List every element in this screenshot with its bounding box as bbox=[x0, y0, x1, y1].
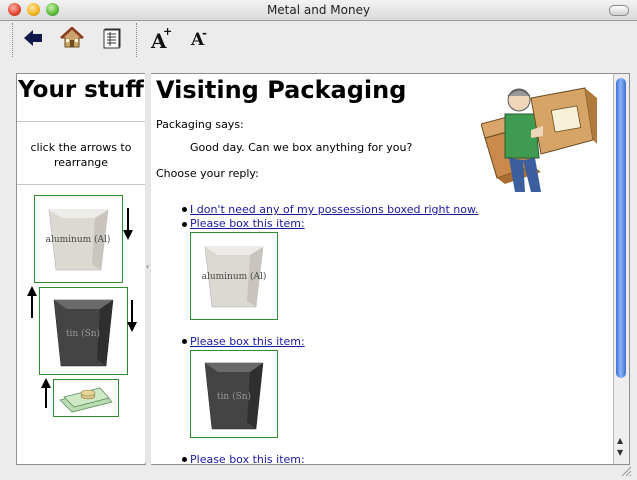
move-down-arrow-icon[interactable] bbox=[127, 300, 137, 332]
sidebar-hint: click the arrows to rearrange bbox=[17, 140, 145, 170]
aluminum-label: aluminum (Al) bbox=[46, 234, 111, 245]
toolbar-toggle-button[interactable] bbox=[609, 5, 629, 16]
inventory-item-aluminum[interactable]: aluminum (Al) bbox=[34, 195, 123, 283]
boxable-item-aluminum[interactable]: aluminum (Al) bbox=[190, 232, 278, 320]
reply-box-aluminum-link[interactable]: Please box this item: bbox=[190, 217, 305, 230]
font-smaller-button[interactable]: A - bbox=[191, 26, 213, 53]
splitter-grip-icon[interactable]: ‹ bbox=[146, 262, 149, 271]
inventory-item-money[interactable] bbox=[53, 379, 119, 417]
move-up-arrow-icon[interactable] bbox=[27, 286, 37, 318]
minus-mark: - bbox=[202, 26, 207, 40]
boxable-item-tin[interactable]: tin (Sn) bbox=[190, 350, 278, 438]
list-bullet bbox=[182, 457, 187, 462]
tin-label: tin (Sn) bbox=[217, 391, 251, 402]
move-down-arrow-icon[interactable] bbox=[123, 208, 133, 240]
tin-box-icon: tin (Sn) bbox=[53, 299, 114, 367]
your-stuff-panel: Your stuff click the arrows to rearrange… bbox=[16, 73, 146, 465]
plus-mark: + bbox=[163, 25, 173, 38]
toolbar: A + A - bbox=[0, 21, 637, 61]
list-bullet bbox=[182, 222, 187, 227]
window-title: Metal and Money bbox=[266, 3, 371, 17]
toolbar-separator bbox=[12, 23, 13, 57]
resize-grip-icon[interactable] bbox=[620, 465, 632, 477]
reply-decline-link[interactable]: I don't need any of my possessions boxed… bbox=[190, 203, 479, 216]
aluminum-box-icon: aluminum (Al) bbox=[46, 209, 111, 271]
npc-quote: Good day. Can we box anything for you? bbox=[190, 141, 413, 154]
tin-label: tin (Sn) bbox=[66, 328, 100, 339]
toolbar-separator bbox=[136, 23, 137, 57]
back-button[interactable] bbox=[22, 27, 44, 53]
packaging-clerk-illustration bbox=[481, 87, 597, 192]
divider bbox=[17, 121, 145, 122]
scroll-thumb[interactable] bbox=[616, 78, 626, 378]
tin-box-icon: tin (Sn) bbox=[204, 362, 264, 430]
speaker-label: Packaging says: bbox=[156, 118, 244, 131]
list-bullet bbox=[182, 339, 187, 344]
inventory-button[interactable] bbox=[101, 27, 123, 53]
reply-box-next-link[interactable]: Please box this item: bbox=[190, 453, 305, 464]
page-title: Visiting Packaging bbox=[156, 76, 407, 104]
reply-prompt: Choose your reply: bbox=[156, 167, 259, 180]
list-bullet bbox=[182, 207, 187, 212]
sidebar-title: Your stuff bbox=[18, 77, 144, 103]
aluminum-label: aluminum (Al) bbox=[202, 271, 267, 282]
conversation-panel: Visiting Packaging Packaging says: Good … bbox=[151, 73, 614, 465]
move-up-arrow-icon[interactable] bbox=[41, 378, 51, 408]
home-icon bbox=[60, 26, 84, 48]
ledger-icon bbox=[103, 28, 121, 49]
hint-line-1: click the arrows to bbox=[30, 141, 132, 154]
hint-line-2: rearrange bbox=[53, 156, 109, 169]
title-bar: Metal and Money bbox=[0, 0, 637, 21]
back-arrow-icon bbox=[24, 30, 42, 46]
divider bbox=[17, 184, 145, 185]
scroll-up-icon[interactable]: ▲ bbox=[617, 436, 623, 445]
aluminum-box-icon: aluminum (Al) bbox=[202, 246, 267, 308]
reply-box-tin-link[interactable]: Please box this item: bbox=[190, 335, 305, 348]
vertical-scrollbar[interactable]: ▲ ▼ bbox=[613, 73, 630, 465]
inventory-item-tin[interactable]: tin (Sn) bbox=[39, 287, 128, 375]
money-icon bbox=[59, 387, 113, 413]
scroll-down-icon[interactable]: ▼ bbox=[617, 448, 623, 457]
font-larger-button[interactable]: A + bbox=[151, 25, 173, 53]
home-button[interactable] bbox=[60, 26, 84, 53]
